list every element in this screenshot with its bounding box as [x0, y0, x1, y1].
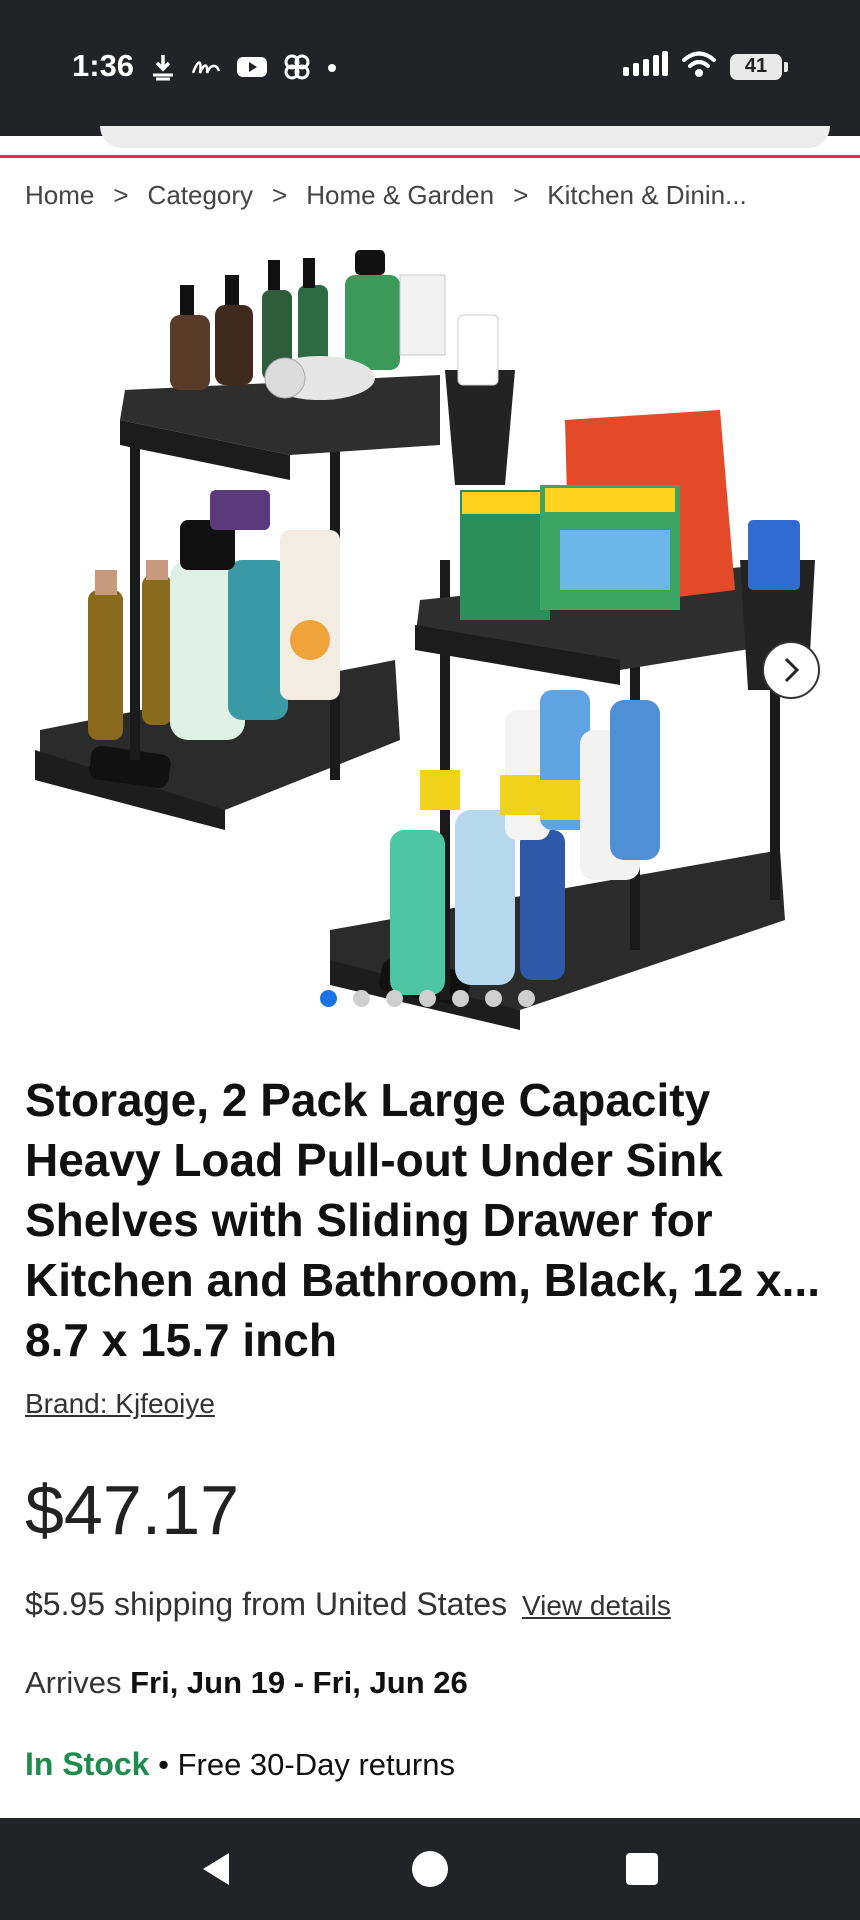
breadcrumb-home[interactable]: Home: [25, 180, 94, 211]
breadcrumb-category[interactable]: Category: [148, 180, 254, 211]
wifi-icon: [682, 50, 716, 83]
home-button[interactable]: [370, 1818, 490, 1920]
carousel-indicators: [320, 990, 535, 1007]
recents-square-icon: [626, 1853, 658, 1885]
product-title-line: Storage, 2 Pack Large Capacity: [25, 1074, 711, 1126]
recents-button[interactable]: [582, 1818, 702, 1920]
carousel-dot[interactable]: [320, 990, 337, 1007]
breadcrumb-separator: >: [513, 180, 529, 210]
battery-icon: 41: [730, 53, 788, 80]
header-divider: [0, 155, 860, 158]
carousel-dot[interactable]: [485, 990, 502, 1007]
delivery-estimate: Arrives Fri, Jun 19 - Fri, Jun 26: [25, 1665, 468, 1701]
carousel-dot[interactable]: [518, 990, 535, 1007]
carousel-next-button[interactable]: [762, 641, 820, 699]
product-title-line: Heavy Load Pull-out Under Sink: [25, 1134, 723, 1186]
breadcrumb-home-garden[interactable]: Home & Garden: [306, 180, 494, 211]
fliqe-icon: [190, 55, 222, 84]
stock-returns-line: In Stock • Free 30-Day returns: [25, 1746, 455, 1783]
breadcrumb-separator: >: [272, 180, 288, 210]
view-details-link[interactable]: View details: [522, 1590, 671, 1621]
bullet-separator: •: [158, 1747, 169, 1782]
signal-icon: [622, 51, 668, 82]
chevron-right-icon: [784, 657, 800, 683]
back-button[interactable]: [155, 1818, 275, 1920]
carousel-dot[interactable]: [386, 990, 403, 1007]
breadcrumb: Home > Category > Home & Garden > Kitche…: [25, 180, 835, 211]
product-title-line: Shelves with Sliding Drawer for: [25, 1194, 713, 1246]
shipping-cost: $5.95: [25, 1586, 106, 1622]
system-nav-bar: [0, 1818, 860, 1920]
arrives-dates: Fri, Jun 19 - Fri, Jun 26: [130, 1665, 468, 1700]
shipping-info: $5.95 shipping from United States View d…: [25, 1586, 671, 1623]
carousel-dot[interactable]: [353, 990, 370, 1007]
notification-icons: [150, 52, 338, 87]
arrives-label: Arrives: [25, 1665, 122, 1700]
brand-link[interactable]: Brand: Kjfeoiye: [25, 1388, 215, 1420]
back-triangle-icon: [203, 1853, 229, 1885]
shipping-text: shipping from United States: [113, 1586, 508, 1622]
carousel-dot[interactable]: [452, 990, 469, 1007]
product-title-line: Kitchen and Bathroom, Black, 12 x...: [25, 1254, 820, 1306]
breadcrumb-separator: >: [113, 180, 129, 210]
system-icons: 41: [622, 50, 788, 83]
product-image[interactable]: [0, 230, 860, 1030]
youtube-icon: [236, 55, 268, 84]
stock-status: In Stock: [25, 1746, 150, 1782]
pinwheel-icon: [282, 52, 312, 87]
home-circle-icon: [412, 1851, 448, 1887]
carousel-dot[interactable]: [419, 990, 436, 1007]
battery-level: 41: [730, 53, 782, 80]
returns-policy: Free 30-Day returns: [177, 1747, 455, 1782]
download-icon: [150, 53, 176, 86]
right-rack: [330, 410, 815, 1030]
product-title-line: 8.7 x 15.7 inch: [25, 1314, 337, 1366]
product-title: Storage, 2 Pack Large Capacity Heavy Loa…: [25, 1070, 835, 1370]
dot-icon: [326, 61, 338, 79]
status-time: 1:36: [72, 48, 135, 83]
product-price: $47.17: [25, 1471, 240, 1549]
status-bar: 1:36 41: [0, 0, 860, 136]
breadcrumb-kitchen-dining[interactable]: Kitchen & Dinin...: [547, 180, 835, 211]
